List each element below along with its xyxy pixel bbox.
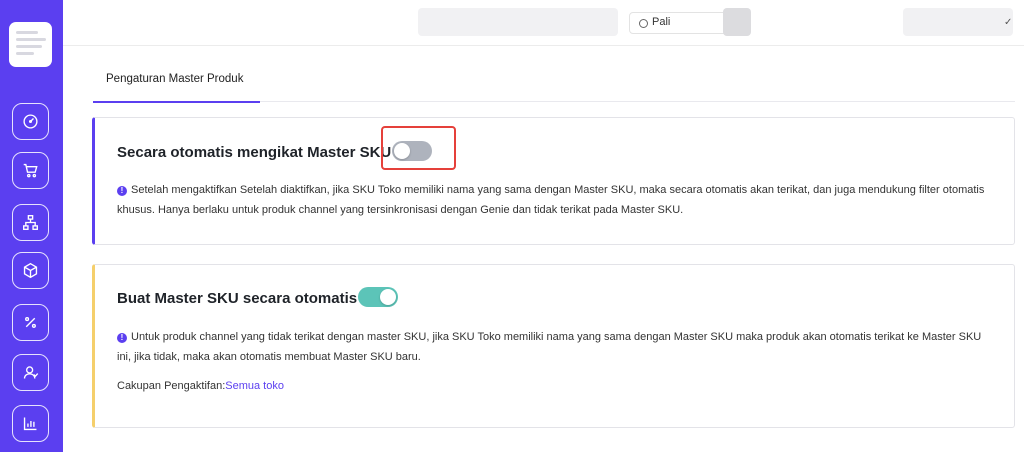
toggle-knob [380, 289, 396, 305]
tab-master-product-settings[interactable]: Pengaturan Master Produk [93, 60, 260, 103]
dashboard-icon [23, 114, 38, 129]
blurred-account [903, 8, 1013, 36]
auto-create-toggle[interactable] [358, 287, 398, 307]
card-description: ! Untuk produk channel yang tidak terikat… [117, 327, 997, 367]
info-icon: ! [117, 333, 127, 343]
app-logo[interactable] [9, 22, 52, 67]
activation-scope: Cakupan Pengaktifan:Semua toko [117, 380, 284, 392]
sidebar [0, 0, 63, 452]
nav-customers[interactable] [12, 354, 49, 391]
percent-icon [25, 317, 36, 328]
info-icon: ! [117, 186, 127, 196]
description-text: Setelah mengaktifkan Setelah diaktifkan,… [117, 184, 985, 216]
tab-bar: Pengaturan Master Produk [93, 60, 1015, 103]
check-icon: ✓ [1004, 17, 1013, 28]
card-title: Secara otomatis mengikat Master SKU [117, 144, 392, 161]
store-select-label: Pali [652, 16, 671, 28]
nav-orders[interactable] [12, 152, 49, 189]
users-icon [23, 366, 39, 379]
auto-bind-toggle[interactable] [392, 141, 432, 161]
auto-create-master-sku-card: Buat Master SKU secara otomatis ! Untuk p… [92, 264, 1015, 428]
card-description: ! Setelah mengaktifkan Setelah diaktifkan… [117, 180, 997, 220]
store-icon [639, 19, 648, 28]
top-bar: Pali ✓ [63, 0, 1024, 46]
description-text: Untuk produk channel yang tidak terikat … [117, 331, 982, 363]
auto-bind-master-sku-card: Secara otomatis mengikat Master SKU ! Set… [92, 117, 1015, 245]
scope-link[interactable]: Semua toko [225, 380, 284, 392]
cart-icon [23, 163, 38, 178]
nav-promotions[interactable] [12, 304, 49, 341]
scope-label: Cakupan Pengaktifan: [117, 380, 226, 392]
toggle-knob [394, 143, 410, 159]
blurred-area [418, 8, 618, 36]
card-title: Buat Master SKU secara otomatis [117, 290, 358, 307]
nav-reports[interactable] [12, 405, 49, 442]
blurred-avatar [723, 8, 751, 36]
hierarchy-icon [23, 215, 38, 230]
nav-structure[interactable] [12, 204, 49, 241]
chart-icon [23, 417, 37, 431]
nav-dashboard[interactable] [12, 103, 49, 140]
nav-products[interactable] [12, 252, 49, 289]
box-icon [23, 262, 38, 279]
